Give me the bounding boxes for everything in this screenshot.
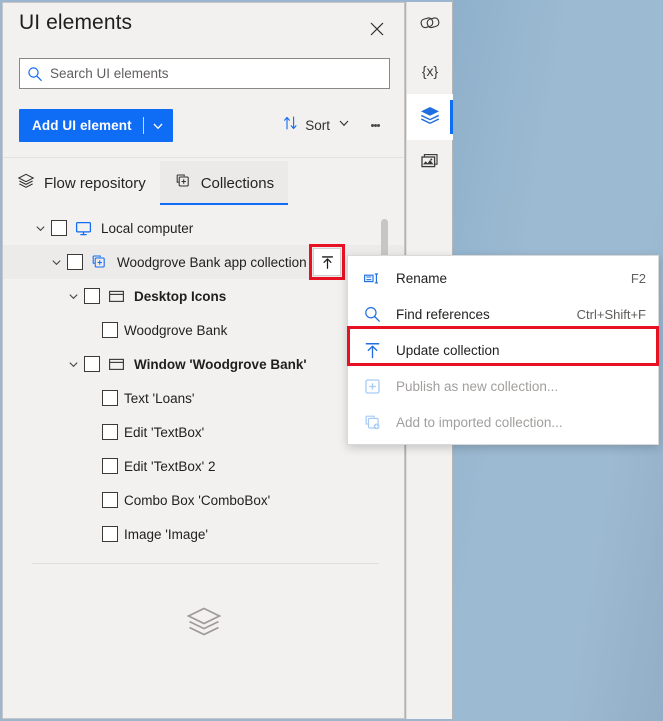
window-icon bbox=[106, 354, 126, 374]
chevron-down-icon[interactable] bbox=[338, 116, 350, 134]
update-collection-icon bbox=[360, 338, 384, 362]
tree-row[interactable]: Woodgrove Bank app collection bbox=[3, 244, 404, 280]
tree-row-label: Image 'Image' bbox=[124, 526, 208, 542]
empty-state-watermark bbox=[3, 603, 404, 648]
more-dot bbox=[376, 123, 380, 127]
tree-row[interactable]: Combo Box 'ComboBox' bbox=[3, 483, 404, 517]
tree-row[interactable]: Image 'Image' bbox=[3, 517, 404, 551]
plus-box-icon bbox=[360, 374, 384, 398]
tree-row-label: Woodgrove Bank bbox=[124, 322, 228, 338]
window-icon bbox=[106, 286, 126, 306]
collection-add-icon bbox=[89, 252, 109, 272]
layers-icon bbox=[17, 172, 35, 195]
context-menu: Rename F2 Find references Ctrl+Shift+F U… bbox=[347, 255, 659, 445]
tree-row-label: Desktop Icons bbox=[134, 288, 227, 304]
menu-item-rename[interactable]: Rename F2 bbox=[348, 260, 658, 296]
more-vertical-icon[interactable] bbox=[364, 113, 386, 137]
tree-checkbox[interactable] bbox=[51, 220, 67, 236]
panel-header: UI elements bbox=[3, 3, 404, 53]
image-icon bbox=[419, 150, 441, 177]
ui-elements-icon bbox=[419, 12, 441, 39]
chevron-down-icon[interactable] bbox=[29, 211, 51, 245]
tree-checkbox[interactable] bbox=[102, 322, 118, 338]
tree-row-label: Woodgrove Bank app collection bbox=[117, 254, 307, 270]
tree-row[interactable]: Window 'Woodgrove Bank' bbox=[3, 347, 404, 381]
tree-row-label: Local computer bbox=[101, 220, 194, 236]
search-input[interactable] bbox=[50, 66, 380, 81]
tree-checkbox[interactable] bbox=[102, 424, 118, 440]
menu-item-find-references-shortcut: Ctrl+Shift+F bbox=[576, 306, 646, 322]
rail-item-ui-elements[interactable] bbox=[407, 2, 453, 48]
ui-elements-tree: Local computer Woodgrove Bank app collec bbox=[3, 211, 404, 561]
tree-checkbox[interactable] bbox=[102, 390, 118, 406]
menu-item-add-to-imported-collection-label: Add to imported collection... bbox=[396, 414, 563, 430]
rail-item-ui-elements-collections[interactable] bbox=[407, 94, 453, 140]
page-title: UI elements bbox=[19, 11, 133, 34]
tab-collections-label: Collections bbox=[200, 174, 275, 192]
menu-item-add-to-imported-collection[interactable]: Add to imported collection... bbox=[348, 404, 658, 440]
close-icon[interactable] bbox=[364, 16, 390, 42]
collection-add-icon bbox=[360, 410, 384, 434]
chevron-down-icon[interactable] bbox=[62, 279, 84, 313]
sort-control[interactable]: Sort bbox=[283, 113, 350, 137]
tab-collections[interactable]: Collections bbox=[159, 161, 289, 205]
tree-row-label: Combo Box 'ComboBox' bbox=[124, 492, 271, 508]
tree-row[interactable]: Local computer bbox=[3, 211, 404, 245]
tree-checkbox[interactable] bbox=[67, 254, 83, 270]
app-root: UI elements Add UI element bbox=[0, 0, 663, 721]
menu-item-update-collection-label: Update collection bbox=[396, 342, 500, 358]
collection-add-icon bbox=[174, 172, 192, 195]
tab-flow-repository[interactable]: Flow repository bbox=[3, 161, 160, 205]
tree-row-label: Text 'Loans' bbox=[124, 390, 195, 406]
tree-row-label: Edit 'TextBox' bbox=[124, 424, 205, 440]
variables-icon: {x} bbox=[421, 63, 439, 79]
chevron-down-icon[interactable] bbox=[144, 109, 173, 142]
add-ui-element-button[interactable]: Add UI element bbox=[19, 109, 173, 142]
update-collection-icon[interactable] bbox=[313, 248, 341, 276]
rename-icon bbox=[360, 266, 384, 290]
tree-checkbox[interactable] bbox=[84, 356, 100, 372]
monitor-icon bbox=[73, 218, 93, 238]
menu-item-publish-as-new-collection-label: Publish as new collection... bbox=[396, 378, 559, 394]
menu-item-publish-as-new-collection[interactable]: Publish as new collection... bbox=[348, 368, 658, 404]
panel-tabs: Flow repository Collections bbox=[3, 161, 404, 209]
tree-checkbox[interactable] bbox=[84, 288, 100, 304]
tree-row-label: Window 'Woodgrove Bank' bbox=[134, 356, 307, 372]
layers-icon bbox=[419, 104, 441, 131]
tree-row[interactable]: Desktop Icons bbox=[3, 279, 404, 313]
menu-item-find-references-label: Find references bbox=[396, 306, 490, 322]
tree-row[interactable]: Text 'Loans' bbox=[3, 381, 404, 415]
menu-item-rename-shortcut: F2 bbox=[630, 270, 646, 286]
sort-arrows-icon bbox=[283, 115, 298, 136]
header-divider bbox=[3, 157, 404, 158]
tree-row[interactable]: Edit 'TextBox' bbox=[3, 415, 404, 449]
add-ui-element-label: Add UI element bbox=[32, 118, 132, 133]
rail-item-images[interactable] bbox=[407, 140, 453, 186]
search-icon bbox=[360, 302, 384, 326]
rail-item-variables[interactable]: {x} bbox=[407, 48, 453, 94]
tab-flow-repository-label: Flow repository bbox=[44, 174, 146, 192]
search-icon bbox=[20, 66, 50, 82]
tree-row[interactable]: Woodgrove Bank bbox=[3, 313, 404, 347]
search-box[interactable] bbox=[19, 58, 390, 89]
menu-item-find-references[interactable]: Find references Ctrl+Shift+F bbox=[348, 296, 658, 332]
tree-row[interactable]: Edit 'TextBox' 2 bbox=[3, 449, 404, 483]
tree-checkbox[interactable] bbox=[102, 526, 118, 542]
tree-checkbox[interactable] bbox=[102, 492, 118, 508]
tree-bottom-divider bbox=[32, 563, 379, 564]
ui-elements-panel: UI elements Add UI element bbox=[2, 2, 405, 719]
chevron-down-icon[interactable] bbox=[45, 245, 67, 279]
tree-checkbox[interactable] bbox=[102, 458, 118, 474]
tab-active-indicator bbox=[159, 203, 289, 205]
chevron-down-icon[interactable] bbox=[62, 347, 84, 381]
layers-icon bbox=[184, 603, 224, 648]
sort-label: Sort bbox=[305, 117, 330, 133]
menu-item-update-collection[interactable]: Update collection bbox=[348, 332, 658, 368]
tree-row-label: Edit 'TextBox' 2 bbox=[124, 458, 216, 474]
menu-item-rename-label: Rename bbox=[396, 270, 448, 286]
